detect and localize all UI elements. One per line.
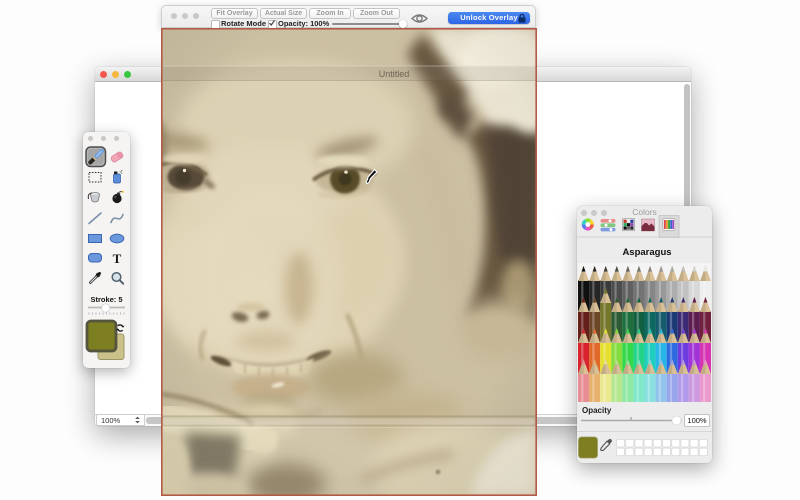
svg-text:Stroke: 5: Stroke: 5 [90,295,122,304]
svg-text:T: T [113,251,122,266]
svg-text:Untitled: Untitled [378,69,409,79]
